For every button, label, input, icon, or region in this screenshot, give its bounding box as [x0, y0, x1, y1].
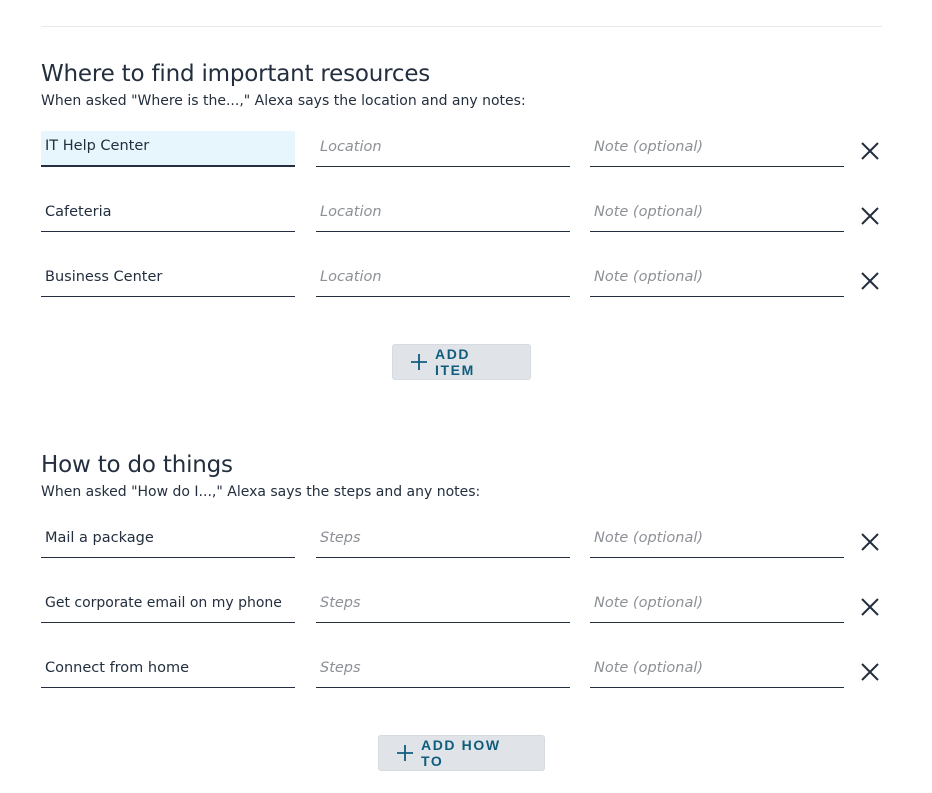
resource-location-input[interactable] [316, 196, 570, 232]
howto-name-input[interactable] [41, 652, 295, 688]
resource-location-input[interactable] [316, 131, 570, 167]
resource-location-input[interactable] [316, 261, 570, 297]
remove-howto-button[interactable] [858, 660, 882, 684]
add-how-to-button[interactable]: ADD HOW TO [378, 735, 545, 771]
resource-name-input[interactable] [41, 196, 295, 232]
close-icon [861, 598, 879, 616]
howto-note-input[interactable] [590, 587, 844, 623]
close-icon [861, 663, 879, 681]
resources-description: When asked "Where is the...," Alexa says… [41, 93, 526, 109]
howto-description: When asked "How do I...," Alexa says the… [41, 484, 481, 500]
close-icon [861, 272, 879, 290]
add-item-label: ADD ITEM [435, 346, 475, 378]
howto-row [41, 652, 891, 688]
howto-note-input[interactable] [590, 522, 844, 558]
howto-row [41, 522, 891, 558]
resource-name-input[interactable] [41, 261, 295, 297]
howto-name-input[interactable] [41, 522, 295, 558]
howto-steps-input[interactable] [316, 522, 570, 558]
resources-section: Where to find important resources When a… [41, 60, 891, 110]
resource-row [41, 131, 891, 167]
plus-icon [397, 745, 413, 761]
remove-resource-button[interactable] [858, 204, 882, 228]
remove-resource-button[interactable] [858, 269, 882, 293]
resource-row [41, 261, 891, 297]
add-how-to-label: ADD HOW TO [421, 737, 501, 769]
remove-howto-button[interactable] [858, 530, 882, 554]
close-icon [861, 207, 879, 225]
resources-title: Where to find important resources [41, 61, 431, 87]
resource-note-input[interactable] [590, 261, 844, 297]
plus-icon [411, 354, 427, 370]
add-item-button[interactable]: ADD ITEM [392, 344, 531, 380]
howto-steps-input[interactable] [316, 587, 570, 623]
top-divider [41, 26, 882, 27]
remove-resource-button[interactable] [858, 139, 882, 163]
howto-section: How to do things When asked "How do I...… [41, 451, 891, 501]
resource-row [41, 196, 891, 232]
resource-note-input[interactable] [590, 131, 844, 167]
howto-note-input[interactable] [590, 652, 844, 688]
howto-title: How to do things [41, 452, 233, 478]
close-icon [861, 533, 879, 551]
howto-row [41, 587, 891, 623]
resource-name-input[interactable] [41, 131, 295, 167]
howto-name-input[interactable] [41, 587, 295, 623]
resource-note-input[interactable] [590, 196, 844, 232]
close-icon [861, 142, 879, 160]
remove-howto-button[interactable] [858, 595, 882, 619]
howto-steps-input[interactable] [316, 652, 570, 688]
